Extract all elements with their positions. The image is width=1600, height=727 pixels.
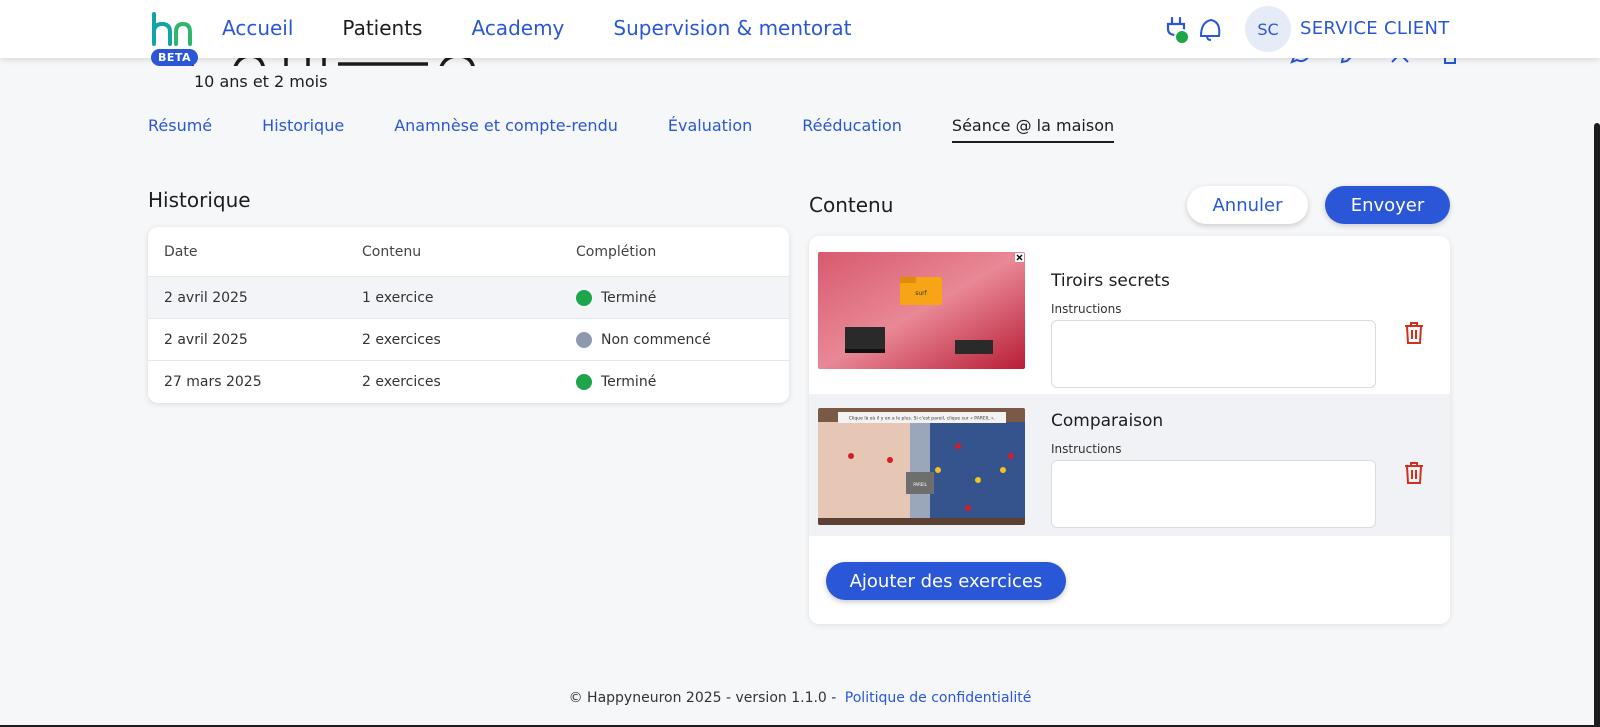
- table-row[interactable]: 2 avril 2025 2 exercices Non commencé: [148, 319, 789, 361]
- beta-badge: BETA: [151, 49, 199, 66]
- send-button[interactable]: Envoyer: [1325, 186, 1450, 224]
- exercise-thumbnail-comparaison[interactable]: PAREIL Clique là où il y en a le plus. S…: [818, 408, 1025, 525]
- instructions-label: Instructions: [1051, 442, 1122, 456]
- tab-reeducation[interactable]: Rééducation: [802, 116, 902, 143]
- table-row[interactable]: 27 mars 2025 2 exercices Terminé: [148, 361, 789, 403]
- exercise-item: PAREIL Clique là où il y en a le plus. S…: [809, 394, 1450, 536]
- tab-anamnese[interactable]: Anamnèse et compte-rendu: [394, 116, 618, 143]
- tab-evaluation[interactable]: Évaluation: [668, 116, 752, 143]
- thumb-label: PAREIL: [913, 482, 927, 487]
- tab-resume[interactable]: Résumé: [148, 116, 212, 143]
- patient-tabs: Résumé Historique Anamnèse et compte-ren…: [148, 116, 1164, 143]
- contenu-title: Contenu: [809, 193, 894, 217]
- column-header-contenu: Contenu: [362, 243, 422, 260]
- row-content: 2 exercices: [362, 374, 441, 390]
- status-dot-icon: [576, 289, 592, 306]
- nav-accueil[interactable]: Accueil: [222, 16, 293, 40]
- instructions-label: Instructions: [1051, 302, 1122, 316]
- footer-text: © Happyneuron 2025 - version 1.1.0 -: [568, 690, 837, 706]
- happyneuron-logo[interactable]: [152, 12, 196, 46]
- tab-historique[interactable]: Historique: [262, 116, 344, 143]
- bell-notification-icon[interactable]: [1197, 16, 1223, 42]
- row-content: 1 exercice: [362, 289, 434, 306]
- table-header: Date Contenu Complétion: [148, 227, 789, 277]
- connection-status-dot: [1174, 29, 1190, 45]
- contenu-card: surf Tiroirs secrets Instructions PAREIL: [809, 236, 1450, 624]
- row-status: Terminé: [601, 289, 657, 306]
- row-date: 2 avril 2025: [164, 331, 248, 348]
- nav-academy[interactable]: Academy: [471, 16, 564, 40]
- table-row[interactable]: 2 avril 2025 1 exercice Terminé: [148, 277, 789, 319]
- scrollbar-thumb[interactable]: [1594, 123, 1600, 727]
- trash-icon[interactable]: [1403, 321, 1425, 345]
- user-name[interactable]: SERVICE CLIENT: [1300, 18, 1450, 39]
- footer: © Happyneuron 2025 - version 1.1.0 - Pol…: [0, 690, 1600, 706]
- exercise-item: surf Tiroirs secrets Instructions: [809, 236, 1450, 388]
- historique-table: Date Contenu Complétion 2 avril 2025 1 e…: [148, 227, 789, 403]
- top-header: BETA Accueil Patients Academy Supervisio…: [0, 0, 1600, 66]
- instructions-input[interactable]: [1051, 460, 1376, 528]
- row-status: Terminé: [601, 374, 657, 390]
- tab-seance-maison[interactable]: Séance @ la maison: [951, 116, 1115, 143]
- row-date: 2 avril 2025: [164, 289, 248, 306]
- main-nav: Accueil Patients Academy Supervision & m…: [222, 16, 900, 40]
- historique-title: Historique: [148, 188, 251, 212]
- instructions-input[interactable]: [1051, 320, 1376, 388]
- row-content: 2 exercices: [362, 331, 441, 348]
- status-dot-icon: [576, 374, 592, 390]
- privacy-link[interactable]: Politique de confidentialité: [845, 690, 1032, 706]
- trash-icon[interactable]: [1403, 461, 1425, 485]
- nav-supervision[interactable]: Supervision & mentorat: [613, 16, 851, 40]
- status-dot-icon: [576, 331, 592, 348]
- nav-patients[interactable]: Patients: [342, 16, 422, 40]
- exercise-name: Tiroirs secrets: [1051, 271, 1170, 291]
- cancel-button[interactable]: Annuler: [1187, 186, 1308, 224]
- user-avatar[interactable]: SC: [1245, 6, 1291, 52]
- exercise-name: Comparaison: [1051, 411, 1164, 431]
- column-header-date: Date: [164, 243, 198, 260]
- column-header-completion: Complétion: [576, 243, 657, 260]
- thumb-caption: Clique là où il y en a le plus. Si c'est…: [849, 415, 995, 422]
- add-exercises-button[interactable]: Ajouter des exercices: [826, 562, 1066, 600]
- row-status: Non commencé: [601, 331, 711, 348]
- exercise-thumbnail-tiroirs[interactable]: surf: [818, 252, 1025, 369]
- patient-age: 10 ans et 2 mois: [194, 72, 328, 91]
- thumb-label: surf: [915, 290, 927, 297]
- row-date: 27 mars 2025: [164, 374, 262, 390]
